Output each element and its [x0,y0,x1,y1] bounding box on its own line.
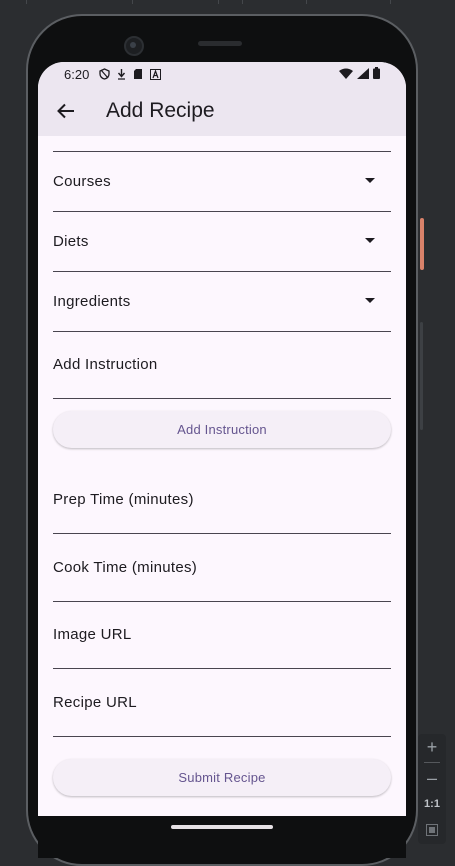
add-instruction-field[interactable]: Add Instruction [53,331,391,399]
status-bar: 6:20 [38,62,406,86]
font-icon [150,68,162,80]
cook-time-placeholder: Cook Time (minutes) [53,558,198,576]
cook-time-field[interactable]: Cook Time (minutes) [53,533,391,602]
image-url-placeholder: Image URL [53,626,132,643]
courses-label: Courses [53,172,111,190]
sd-card-icon [134,69,143,79]
battery-icon [373,67,380,79]
ingredients-dropdown[interactable]: Ingredients [53,271,391,332]
recipe-url-field[interactable]: Recipe URL [53,668,391,737]
camera-icon [124,36,144,56]
scrolled-field[interactable] [53,116,391,152]
image-url-field[interactable]: Image URL [53,601,391,669]
ingredients-label: Ingredients [53,292,131,310]
wifi-icon [339,68,353,79]
chevron-down-icon [365,298,375,303]
fit-screen-icon[interactable] [418,817,446,843]
recipe-form: Courses Diets Ingredients Add Instructio… [38,136,406,816]
volume-button[interactable] [420,322,423,430]
chevron-down-icon [365,178,375,183]
prep-time-field[interactable]: Prep Time (minutes) [53,466,391,534]
status-time: 6:20 [64,66,90,82]
zoom-out-button[interactable]: – [418,765,446,791]
prep-time-placeholder: Prep Time (minutes) [53,491,194,508]
emulator-side-toolbar: + – 1:1 [418,734,446,844]
toolbar-divider [424,762,440,763]
bottom-bezel [38,816,406,858]
add-instruction-button[interactable]: Add Instruction [53,411,391,448]
add-instruction-placeholder: Add Instruction [53,356,158,373]
diets-label: Diets [53,232,89,250]
device-screen: 6:20 Add Recipe Courses Diets Ingredient… [38,62,406,816]
submit-recipe-button[interactable]: Submit Recipe [53,759,391,796]
home-gesture-bar[interactable] [171,825,273,829]
actual-size-button[interactable]: 1:1 [418,791,446,817]
chevron-down-icon [365,238,375,243]
signal-icon [357,67,369,79]
download-icon [118,69,126,80]
power-button[interactable] [420,218,424,270]
speaker-grille [198,41,242,46]
diets-dropdown[interactable]: Diets [53,211,391,272]
recipe-url-placeholder: Recipe URL [53,693,137,711]
top-toolbar-edge [0,0,455,4]
shield-icon [99,68,110,80]
zoom-in-button[interactable]: + [418,734,446,760]
courses-dropdown[interactable]: Courses [53,151,391,212]
